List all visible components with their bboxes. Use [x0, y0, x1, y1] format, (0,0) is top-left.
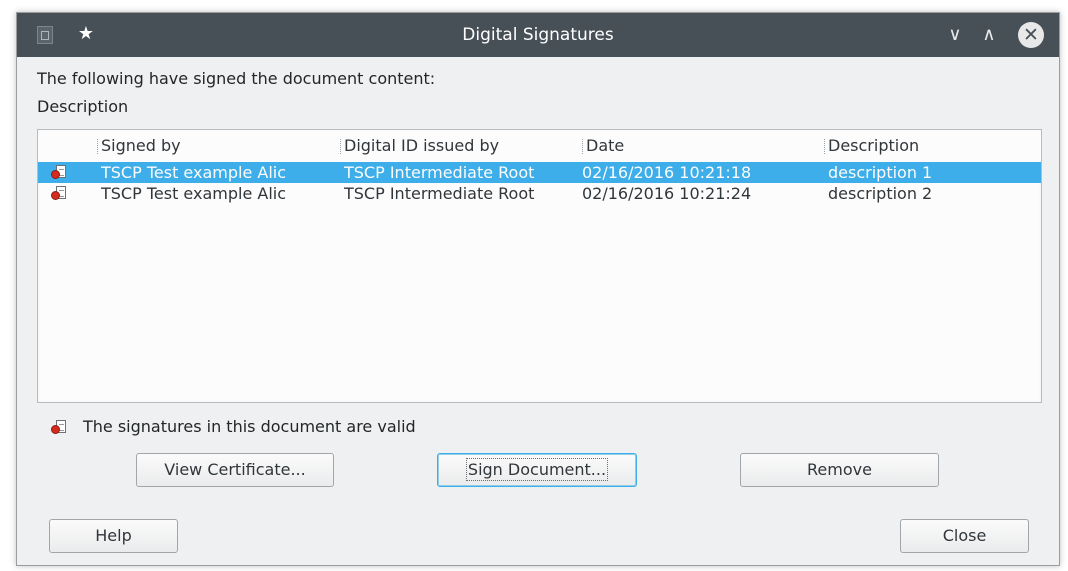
signatures-list[interactable]: Signed by Digital ID issued by Date Desc…	[37, 129, 1042, 403]
view-certificate-button[interactable]: View Certificate...	[136, 453, 334, 487]
section-label: Description	[37, 97, 129, 116]
list-rows: TSCP Test example Alic TSCP Intermediate…	[38, 162, 1041, 204]
column-header-signed-by[interactable]: Signed by	[97, 136, 181, 155]
close-label: Close	[942, 526, 987, 545]
signature-icon	[51, 186, 67, 201]
chevron-down-icon[interactable]: ∨	[941, 21, 969, 49]
cell-description: description 2	[828, 184, 933, 203]
status-text: The signatures in this document are vali…	[83, 417, 416, 436]
list-header: Signed by Digital ID issued by Date Desc…	[38, 130, 1041, 160]
close-icon[interactable]: ✕	[1018, 22, 1044, 48]
table-row[interactable]: TSCP Test example Alic TSCP Intermediate…	[38, 183, 1041, 204]
column-header-date[interactable]: Date	[581, 136, 624, 155]
cell-signed-by: TSCP Test example Alic	[101, 163, 287, 182]
digital-signatures-dialog: ★ Digital Signatures ∨ ∧ ✕ The following…	[16, 12, 1060, 566]
dialog-content: The following have signed the document c…	[17, 57, 1059, 567]
cell-description: description 1	[828, 163, 933, 182]
close-button[interactable]: Close	[900, 519, 1029, 553]
help-button[interactable]: Help	[49, 519, 178, 553]
title-bar[interactable]: ★ Digital Signatures ∨ ∧ ✕	[17, 13, 1059, 57]
cell-date: 02/16/2016 10:21:24	[582, 184, 752, 203]
remove-button[interactable]: Remove	[740, 453, 939, 487]
remove-label: Remove	[807, 460, 872, 479]
sign-document-button[interactable]: Sign Document...	[437, 453, 637, 487]
view-certificate-label: View Certificate...	[164, 460, 306, 479]
column-header-issuer[interactable]: Digital ID issued by	[339, 136, 499, 155]
signature-valid-icon	[51, 420, 67, 439]
cell-signed-by: TSCP Test example Alic	[101, 184, 287, 203]
sign-document-label: Sign Document...	[465, 458, 609, 481]
intro-text: The following have signed the document c…	[37, 69, 436, 88]
cell-date: 02/16/2016 10:21:18	[582, 163, 752, 182]
cell-issuer: TSCP Intermediate Root	[344, 163, 535, 182]
chevron-up-icon[interactable]: ∧	[975, 21, 1003, 49]
table-row[interactable]: TSCP Test example Alic TSCP Intermediate…	[38, 162, 1041, 183]
window-title: Digital Signatures	[462, 25, 614, 45]
help-label: Help	[95, 526, 132, 545]
signature-icon	[51, 165, 67, 180]
cell-issuer: TSCP Intermediate Root	[344, 184, 535, 203]
column-header-description[interactable]: Description	[823, 136, 919, 155]
